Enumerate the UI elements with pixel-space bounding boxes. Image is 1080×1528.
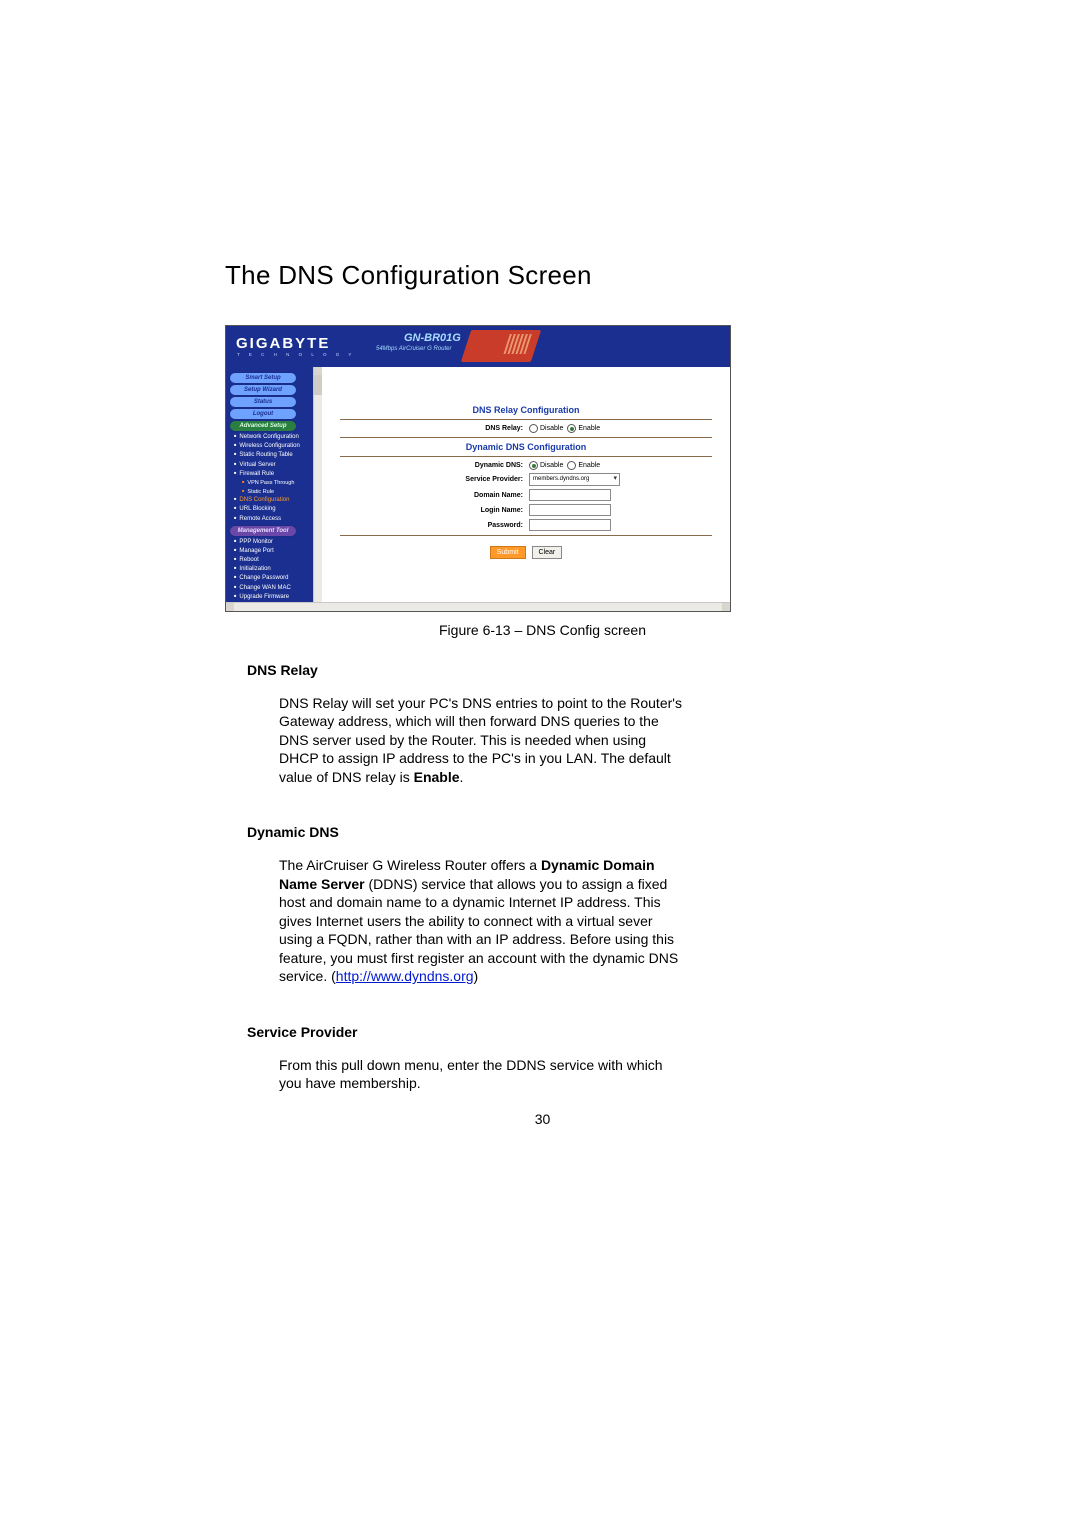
input-login-name[interactable] [529, 504, 611, 516]
radio-dynamic-dns-enable[interactable]: Enable [567, 461, 600, 470]
sidebar-management-tool[interactable]: Management Tool [230, 526, 296, 536]
radio-label: Enable [578, 425, 600, 432]
sidebar-setup-wizard[interactable]: Setup Wizard [230, 385, 296, 395]
router-admin-screenshot: GIGABYTE T E C H N O L O G Y GN-BR01G 54… [225, 325, 731, 612]
radio-dot-icon [567, 461, 576, 470]
para-service-provider: From this pull down menu, enter the DDNS… [279, 1056, 689, 1093]
scroll-up-icon[interactable] [314, 367, 322, 375]
link-dyndns[interactable]: http://www.dyndns.org [336, 968, 474, 984]
sidebar-item-vpn-passthrough[interactable]: VPN Pass Through [226, 479, 322, 488]
sidebar-item-reboot[interactable]: Reboot [226, 556, 322, 565]
sidebar-item-upgrade-firmware[interactable]: Upgrade Firmware [226, 593, 322, 602]
sidebar-status[interactable]: Status [230, 397, 296, 407]
sidebar-advanced-setup[interactable]: Advanced Setup [230, 421, 296, 431]
para-text: . [460, 769, 464, 785]
sidebar-item-virtual-server[interactable]: Virtual Server [226, 461, 322, 470]
label-dns-relay: DNS Relay: [408, 425, 529, 432]
sidebar-item-change-wan-mac[interactable]: Change WAN MAC [226, 584, 322, 593]
radio-label: Enable [578, 462, 600, 469]
label-password: Password: [408, 522, 529, 529]
radio-dns-relay-enable[interactable]: Enable [567, 424, 600, 433]
sidebar-logout[interactable]: Logout [230, 409, 296, 419]
para-dynamic-dns: The AirCruiser G Wireless Router offers … [279, 856, 689, 985]
sidebar-smart-setup[interactable]: Smart Setup [230, 373, 296, 383]
horizontal-scrollbar[interactable] [226, 602, 730, 611]
router-device-image [461, 330, 541, 362]
radio-dot-icon [567, 424, 576, 433]
radio-label: Disable [540, 462, 563, 469]
sidebar-item-static-rule[interactable]: Static Rule [226, 488, 322, 497]
divider [340, 419, 712, 420]
radio-dot-icon [529, 424, 538, 433]
brand-sub-text: T E C H N O L O G Y [226, 352, 355, 357]
para-bold: Enable [414, 769, 460, 785]
brand-logo-text: GIGABYTE [226, 336, 355, 351]
row-service-provider: Service Provider: members.dyndns.org [322, 473, 730, 486]
router-content: DNS Relay Configuration DNS Relay: Disab… [322, 367, 730, 611]
document-page: The DNS Configuration Screen GIGABYTE T … [0, 0, 1080, 1528]
router-model: GN-BR01G [404, 332, 461, 344]
sidebar-item-ppp-monitor[interactable]: PPP Monitor [226, 538, 322, 547]
sidebar-item-dns-config[interactable]: DNS Configuration [226, 496, 322, 505]
row-domain-name: Domain Name: [322, 489, 730, 501]
divider [340, 535, 712, 536]
sidebar-item-static-routing[interactable]: Static Routing Table [226, 451, 322, 460]
label-dynamic-dns: Dynamic DNS: [408, 462, 529, 469]
input-password[interactable] [529, 519, 611, 531]
divider [340, 456, 712, 457]
clear-button[interactable]: Clear [532, 546, 563, 559]
sidebar-scrollbar[interactable] [313, 367, 322, 611]
heading-service-provider: Service Provider [247, 1024, 860, 1040]
section-title-dns-relay: DNS Relay Configuration [322, 405, 730, 415]
heading-dynamic-dns: Dynamic DNS [247, 824, 860, 840]
sidebar-item-remote-access[interactable]: Remote Access [226, 515, 322, 524]
sidebar-item-firewall[interactable]: Firewall Rule [226, 470, 322, 479]
sidebar-item-log-info[interactable]: Log Information [226, 611, 322, 612]
heading-dns-relay: DNS Relay [247, 662, 860, 678]
body-text: DNS Relay DNS Relay will set your PC's D… [247, 662, 860, 1093]
submit-button[interactable]: Submit [490, 546, 526, 559]
row-dynamic-dns: Dynamic DNS: Disable Enable [322, 461, 730, 470]
sidebar-item-wireless-config[interactable]: Wireless Configuration [226, 442, 322, 451]
label-login-name: Login Name: [408, 507, 529, 514]
sidebar-adv-items: Network Configuration Wireless Configura… [226, 433, 322, 524]
label-service-provider: Service Provider: [408, 476, 529, 483]
sidebar-item-url-blocking[interactable]: URL Blocking [226, 505, 322, 514]
row-password: Password: [322, 519, 730, 531]
section-title-dynamic-dns: Dynamic DNS Configuration [322, 442, 730, 452]
radio-label: Disable [540, 425, 563, 432]
page-title: The DNS Configuration Screen [225, 260, 860, 291]
radio-dns-relay-disable[interactable]: Disable [529, 424, 563, 433]
row-login-name: Login Name: [322, 504, 730, 516]
input-domain-name[interactable] [529, 489, 611, 501]
router-model-sub: 54Mbps AirCruiser G Router [376, 346, 451, 352]
scroll-right-icon[interactable] [722, 603, 730, 611]
sidebar-item-manage-port[interactable]: Manage Port [226, 547, 322, 556]
sidebar-item-network-config[interactable]: Network Configuration [226, 433, 322, 442]
divider [340, 437, 712, 438]
row-dns-relay: DNS Relay: Disable Enable [322, 424, 730, 433]
figure-caption: Figure 6-13 – DNS Config screen [225, 622, 860, 638]
scroll-thumb[interactable] [314, 375, 322, 395]
button-row: Submit Clear [322, 546, 730, 559]
page-number: 30 [225, 1111, 860, 1127]
select-service-provider[interactable]: members.dyndns.org [529, 473, 620, 486]
router-sidebar: Smart Setup Setup Wizard Status Logout A… [226, 367, 322, 611]
label-domain-name: Domain Name: [408, 492, 529, 499]
router-topbar: GIGABYTE T E C H N O L O G Y GN-BR01G 54… [226, 326, 730, 367]
radio-dot-icon [529, 461, 538, 470]
router-body: Smart Setup Setup Wizard Status Logout A… [226, 367, 730, 611]
para-dns-relay: DNS Relay will set your PC's DNS entries… [279, 694, 689, 786]
para-text: ) [474, 968, 479, 984]
sidebar-item-initialization[interactable]: Initialization [226, 565, 322, 574]
scroll-left-icon[interactable] [226, 603, 234, 611]
sidebar-mgmt-items: PPP Monitor Manage Port Reboot Initializ… [226, 538, 322, 612]
radio-dynamic-dns-disable[interactable]: Disable [529, 461, 563, 470]
para-text: The AirCruiser G Wireless Router offers … [279, 857, 541, 873]
para-text: DNS Relay will set your PC's DNS entries… [279, 695, 682, 785]
sidebar-item-change-password[interactable]: Change Password [226, 574, 322, 583]
